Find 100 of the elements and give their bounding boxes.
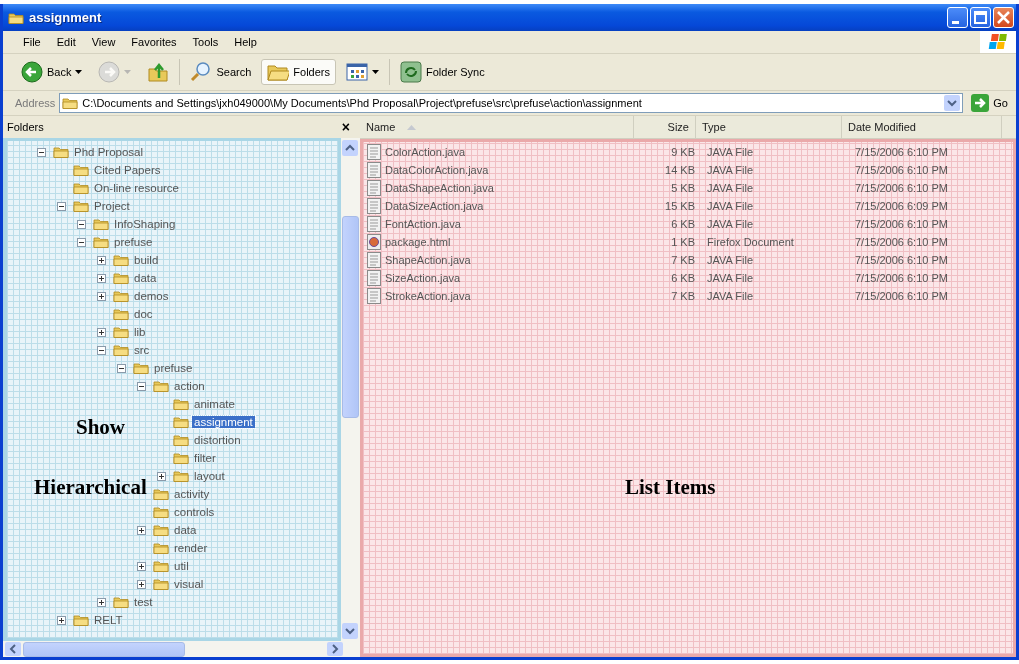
file-name[interactable]: DataSizeAction.java [385,200,484,212]
expand-icon[interactable] [137,561,146,571]
collapse-icon[interactable] [137,381,146,391]
file-date: 7/15/2006 6:10 PM [854,272,949,284]
menu-item[interactable]: Help [226,36,265,48]
scroll-thumb[interactable] [342,216,359,418]
collapse-icon[interactable] [117,363,126,373]
tree-item[interactable]: InfoShaping [112,218,178,230]
tree-item[interactable]: lib [132,326,148,338]
file-date: 7/15/2006 6:10 PM [854,164,949,176]
scroll-down-icon[interactable] [342,623,358,639]
close-button[interactable]: × [341,119,350,135]
tree-item[interactable]: visual [172,578,206,590]
column-header[interactable]: Date Modified [842,116,1002,138]
file-name[interactable]: StrokeAction.java [385,290,471,302]
collapse-icon[interactable] [57,201,66,211]
back-button[interactable]: Back [15,59,89,85]
expand-icon[interactable] [137,579,146,589]
menu-item[interactable]: File [15,36,49,48]
folder-icon [113,252,129,268]
file-date: 7/15/2006 6:10 PM [854,146,949,158]
tree-item[interactable]: data [132,272,159,284]
menu-item[interactable]: Favorites [123,36,185,48]
tree-item[interactable]: distortion [192,434,243,446]
text-file-icon [366,252,382,268]
pane-title: Folders [7,121,44,133]
search-button[interactable]: Search [184,59,258,85]
folders-button[interactable]: Folders [261,59,336,85]
file-name[interactable]: SizeAction.java [385,272,461,284]
file-name[interactable]: ColorAction.java [385,146,466,158]
column-header[interactable]: Name [360,116,634,138]
expand-icon[interactable] [97,327,106,337]
tree-item[interactable]: Phd Proposal [72,146,146,158]
tree-item[interactable]: src [132,344,152,356]
file-name[interactable]: ShapeAction.java [385,254,471,266]
tree-item[interactable]: render [172,542,210,554]
file-date: 7/15/2006 6:10 PM [854,254,949,266]
column-header[interactable]: Size [634,116,696,138]
file-name[interactable]: DataColorAction.java [385,164,489,176]
collapse-icon[interactable] [77,219,86,229]
collapse-icon[interactable] [97,345,106,355]
minimize-button[interactable] [947,7,968,28]
tree-item[interactable]: demos [132,290,171,302]
tree-item[interactable]: data [172,524,199,536]
scroll-up-icon[interactable] [342,140,358,156]
collapse-icon[interactable] [37,147,46,157]
tree-item[interactable]: On-line resource [92,182,181,194]
dropdown-icon[interactable] [944,95,961,111]
tree-item[interactable]: assignment [192,416,255,428]
menu-item[interactable]: Tools [184,36,227,48]
tree-item[interactable]: filter [192,452,218,464]
tree-item[interactable]: controls [172,506,217,518]
tree-item[interactable]: animate [192,398,237,410]
expand-icon[interactable] [57,615,66,625]
tree-item[interactable]: prefuse [112,236,155,248]
file-name[interactable]: FontAction.java [385,218,461,230]
menu-item[interactable]: Edit [48,36,84,48]
column-header[interactable]: Type [696,116,842,138]
expand-icon[interactable] [157,471,166,481]
tree-item[interactable]: action [172,380,207,392]
scroll-right-icon[interactable] [327,642,343,656]
text-file-icon [366,216,382,232]
address-field[interactable]: C:\Documents and Settings\jxh049000\My Documents\Phd Proposal\Project\prefuse\src\prefuse\action\assignment [59,93,964,113]
file-type: JAVA File [706,290,755,302]
menu-item[interactable]: View [83,36,124,48]
file-size: 7 KB [670,254,696,266]
go-button[interactable]: Go [967,94,1012,112]
tree-item[interactable]: prefuse [152,362,195,374]
tree-item[interactable]: build [132,254,161,266]
expand-icon[interactable] [97,255,106,265]
text-file-icon [366,180,382,196]
folder-icon [153,558,169,574]
horizontal-scrollbar[interactable] [3,641,360,657]
collapse-icon[interactable] [77,237,86,247]
scroll-thumb[interactable] [23,641,185,657]
tree-item[interactable]: Cited Papers [92,164,163,176]
folder-icon [153,522,169,538]
tree-item[interactable]: activity [172,488,212,500]
tree-item[interactable]: doc [132,308,155,320]
expand-icon[interactable] [97,273,106,283]
file-name[interactable]: DataShapeAction.java [385,182,494,194]
tree-item[interactable]: Project [92,200,132,212]
scroll-left-icon[interactable] [5,642,21,656]
folder-icon [93,234,109,250]
sync-button[interactable]: Folder Sync [394,59,491,85]
tree-item[interactable]: test [132,596,155,608]
maximize-button[interactable] [970,7,991,28]
tree-item[interactable]: RELT [92,614,125,626]
expand-icon[interactable] [97,291,106,301]
close-button[interactable] [993,7,1014,28]
expand-icon[interactable] [137,525,146,535]
annotation-label: Show [76,415,126,440]
text-file-icon [366,270,382,286]
tree-item[interactable]: layout [192,470,227,482]
expand-icon[interactable] [97,597,106,607]
tree-item[interactable]: util [172,560,191,572]
vertical-scrollbar[interactable] [341,138,360,641]
file-date: 7/15/2006 6:10 PM [854,290,949,302]
file-name[interactable]: package.html [385,236,451,248]
file-type: JAVA File [706,200,755,212]
